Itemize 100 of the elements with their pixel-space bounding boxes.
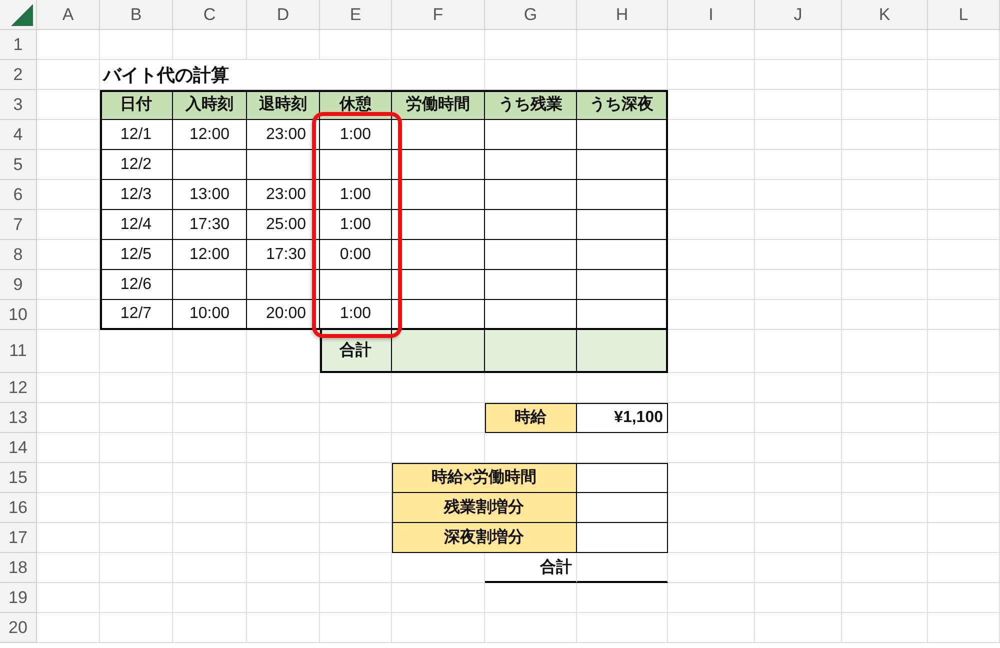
grid-cell[interactable] [755,240,842,270]
grid-cell[interactable] [668,240,755,270]
grid-cell[interactable] [320,583,392,613]
grid-cell[interactable] [842,30,928,60]
grid-cell[interactable] [485,60,577,90]
grid-cell[interactable] [755,463,842,493]
grid-cell[interactable] [842,270,928,300]
grid-cell[interactable] [928,403,1000,433]
grid-cell[interactable] [842,90,928,120]
grid-cell[interactable] [37,150,100,180]
grid-cell[interactable] [37,240,100,270]
grid-cell[interactable] [247,433,320,463]
grid-cell[interactable] [173,30,247,60]
grid-cell[interactable] [842,523,928,553]
row-header[interactable]: 7 [0,210,37,240]
grid-cell[interactable] [668,270,755,300]
grid-cell[interactable] [668,180,755,210]
grid-cell[interactable] [755,583,842,613]
grid-cell[interactable] [928,120,1000,150]
grid-cell[interactable] [577,433,668,463]
grid-cell[interactable] [37,270,100,300]
grid-cell[interactable] [842,210,928,240]
grid-cell[interactable] [928,180,1000,210]
grid-cell[interactable] [247,373,320,403]
grid-cell[interactable] [577,30,668,60]
grid-cell[interactable] [320,60,392,90]
grid-cell[interactable] [577,583,668,613]
grid-cell[interactable] [928,60,1000,90]
grid-cell[interactable] [842,433,928,463]
grid-cell[interactable] [100,403,173,433]
grid-cell[interactable] [668,30,755,60]
grid-cell[interactable] [173,330,247,373]
column-header[interactable]: K [842,0,928,30]
grid-cell[interactable] [320,463,392,493]
grid-cell[interactable] [485,613,577,643]
row-header[interactable]: 5 [0,150,37,180]
grid-cell[interactable] [247,493,320,523]
grid-cell[interactable] [320,30,392,60]
grid-cell[interactable] [37,553,100,583]
grid-cell[interactable] [37,120,100,150]
grid-cell[interactable] [37,30,100,60]
grid-cell[interactable] [668,403,755,433]
grid-cell[interactable] [247,30,320,60]
grid-cell[interactable] [100,493,173,523]
grid-cell[interactable] [755,403,842,433]
grid-cell[interactable] [668,300,755,330]
grid-cell[interactable] [755,30,842,60]
column-header[interactable]: B [100,0,173,30]
grid-cell[interactable] [247,613,320,643]
grid-cell[interactable] [392,30,485,60]
grid-cell[interactable] [173,523,247,553]
grid-cell[interactable] [37,523,100,553]
grid-cell[interactable] [485,583,577,613]
grid-cell[interactable] [577,613,668,643]
grid-cell[interactable] [37,330,100,373]
grid-cell[interactable] [928,373,1000,403]
grid-cell[interactable] [928,553,1000,583]
column-header[interactable]: A [37,0,100,30]
grid-cell[interactable] [577,553,668,583]
grid-cell[interactable] [173,493,247,523]
grid-cell[interactable] [755,330,842,373]
grid-cell[interactable] [928,463,1000,493]
grid-cell[interactable] [392,583,485,613]
grid-cell[interactable] [247,403,320,433]
column-header[interactable]: D [247,0,320,30]
grid-cell[interactable] [755,493,842,523]
grid-cell[interactable] [173,463,247,493]
select-all-icon[interactable] [11,4,33,26]
grid-cell[interactable] [320,433,392,463]
grid-cell[interactable] [100,613,173,643]
grid-cell[interactable] [37,90,100,120]
grid-cell[interactable] [842,493,928,523]
grid-cell[interactable] [37,180,100,210]
grid-cell[interactable] [928,330,1000,373]
grid-cell[interactable] [100,553,173,583]
row-header[interactable]: 3 [0,90,37,120]
grid-cell[interactable] [755,373,842,403]
grid-cell[interactable] [928,523,1000,553]
grid-cell[interactable] [37,613,100,643]
column-header[interactable]: C [173,0,247,30]
grid-cell[interactable] [842,330,928,373]
grid-cell[interactable] [173,403,247,433]
grid-cell[interactable] [842,120,928,150]
grid-cell[interactable] [842,553,928,583]
grid-cell[interactable] [37,463,100,493]
grid-cell[interactable] [928,210,1000,240]
grid-cell[interactable] [100,433,173,463]
grid-cell[interactable] [320,613,392,643]
row-header[interactable]: 15 [0,463,37,493]
column-header[interactable]: H [577,0,668,30]
column-header[interactable]: G [485,0,577,30]
grid-cell[interactable] [37,210,100,240]
grid-cell[interactable] [100,583,173,613]
row-header[interactable]: 13 [0,403,37,433]
row-header[interactable]: 4 [0,120,37,150]
row-header[interactable]: 20 [0,613,37,643]
grid-cell[interactable] [668,90,755,120]
column-header[interactable]: J [755,0,842,30]
grid-cell[interactable] [842,583,928,613]
grid-cell[interactable] [247,523,320,553]
